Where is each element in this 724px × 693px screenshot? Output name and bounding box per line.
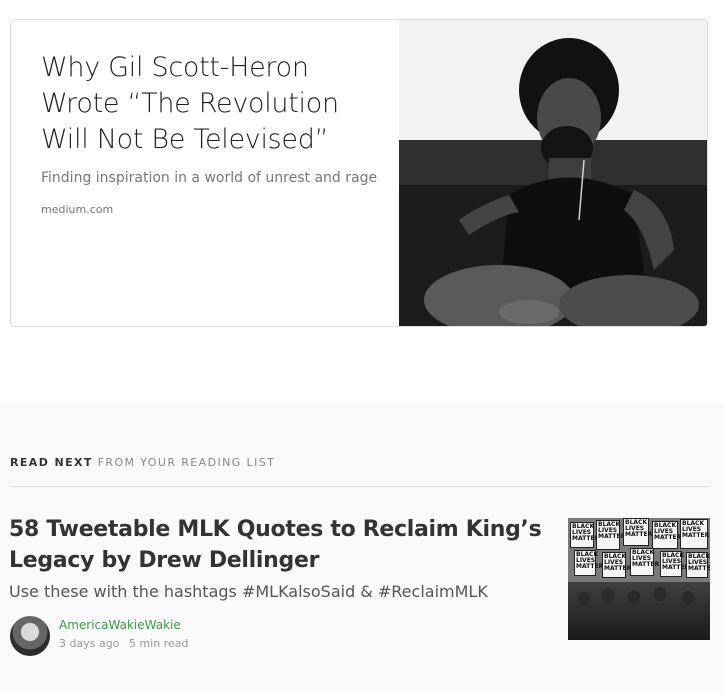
protest-sign: [596, 520, 620, 550]
person-head: [602, 588, 614, 602]
post-title[interactable]: 58 Tweetable MLK Quotes to Reclaim King’…: [9, 514, 549, 576]
protest-sign: [630, 548, 654, 576]
person-head: [682, 591, 694, 605]
protest-sign: [660, 551, 682, 577]
post-meta: 3 days ago 5 min read: [59, 637, 188, 650]
post-subtitle[interactable]: Use these with the hashtags #MLKalsoSaid…: [9, 582, 488, 601]
post-thumbnail[interactable]: [568, 518, 710, 640]
person-head: [578, 592, 590, 606]
protest-sign: [574, 550, 596, 576]
person-head: [628, 590, 640, 604]
portrait-image: [399, 20, 707, 326]
protest-sign: [602, 552, 626, 578]
crowd: [568, 582, 710, 640]
link-preview-card[interactable]: Why Gil Scott-Heron Wrote “The Revolutio…: [10, 19, 708, 327]
card-photo: [399, 20, 707, 326]
read-next-header: READ NEXT FROM YOUR READING LIST: [10, 456, 275, 469]
read-time: 5 min read: [128, 637, 189, 650]
protest-sign: [680, 519, 708, 549]
card-text: Why Gil Scott-Heron Wrote “The Revolutio…: [41, 50, 391, 216]
protest-sign: [686, 552, 708, 578]
divider: [10, 486, 710, 487]
read-next-section: READ NEXT FROM YOUR READING LIST 58 Twee…: [0, 404, 724, 693]
protest-sign: [570, 522, 594, 548]
avatar[interactable]: [10, 616, 50, 656]
card-subtitle: Finding inspiration in a world of unrest…: [41, 170, 378, 186]
author-link[interactable]: AmericaWakieWakie: [59, 618, 181, 632]
card-title-line: Will Not Be Televised”: [41, 124, 329, 155]
card-title: Why Gil Scott-Heron Wrote “The Revolutio…: [41, 50, 391, 158]
post-date: 3 days ago: [59, 637, 120, 650]
protest-sign: [652, 521, 678, 549]
person-head: [654, 587, 666, 601]
protest-sign: [623, 518, 649, 546]
read-next-label: READ NEXT: [10, 456, 93, 469]
card-title-line: Wrote “The Revolution: [41, 88, 339, 119]
card-domain: medium.com: [41, 203, 114, 216]
card-title-line: Why Gil Scott-Heron: [41, 52, 309, 83]
reading-list-label: FROM YOUR READING LIST: [97, 456, 276, 469]
